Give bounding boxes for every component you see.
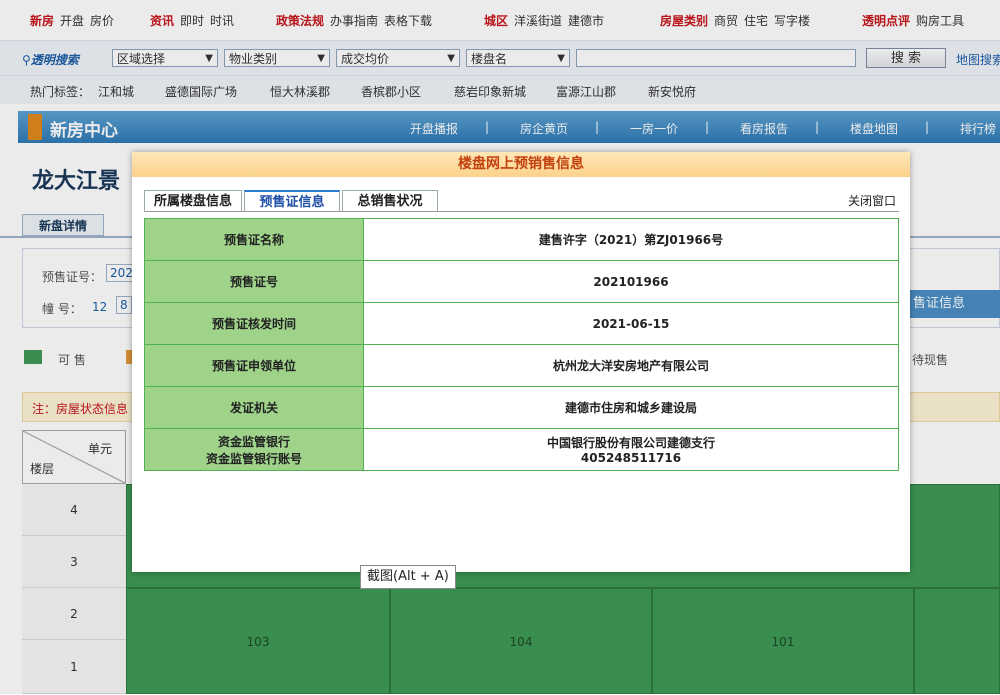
row-value: 中国银行股份有限公司建德支行 405248511716	[363, 428, 899, 471]
row-value: 建售许字（2021）第ZJ01966号	[363, 218, 899, 261]
row-value: 202101966	[363, 260, 899, 303]
row-key: 预售证名称	[144, 218, 364, 261]
bank-label: 资金监管银行	[217, 434, 290, 449]
presale-info-table: 预售证名称 建售许字（2021）第ZJ01966号 预售证号 202101966…	[144, 218, 899, 471]
table-row: 资金监管银行 资金监管银行账号 中国银行股份有限公司建德支行 40524851171…	[144, 428, 899, 471]
row-key: 资金监管银行 资金监管银行账号	[144, 428, 364, 471]
table-row: 预售证核发时间 2021-06-15	[144, 302, 899, 345]
screenshot-tooltip: 截图(Alt + A)	[360, 565, 456, 589]
table-row: 预售证申领单位 杭州龙大洋安房地产有限公司	[144, 344, 899, 387]
tab-presale-info[interactable]: 预售证信息	[244, 190, 340, 212]
close-window-link[interactable]: 关闭窗口	[848, 192, 896, 209]
bank-account: 405248511716	[580, 451, 682, 465]
tab-estate-info[interactable]: 所属楼盘信息	[144, 190, 242, 212]
presale-info-dialog: 楼盘网上预销售信息 所属楼盘信息 预售证信息 总销售状况 关闭窗口 预售证名称 …	[132, 152, 910, 572]
bank-account-label: 资金监管银行账号	[205, 451, 302, 466]
bank-name: 中国银行股份有限公司建德支行	[546, 436, 715, 450]
row-key: 发证机关	[144, 386, 364, 429]
row-key: 预售证核发时间	[144, 302, 364, 345]
table-row: 预售证名称 建售许字（2021）第ZJ01966号	[144, 218, 899, 261]
row-value: 建德市住房和城乡建设局	[363, 386, 899, 429]
table-row: 发证机关 建德市住房和城乡建设局	[144, 386, 899, 429]
tab-sales-status[interactable]: 总销售状况	[342, 190, 438, 212]
row-value: 2021-06-15	[363, 302, 899, 345]
row-key: 预售证申领单位	[144, 344, 364, 387]
tab-divider	[144, 211, 899, 212]
dialog-title: 楼盘网上预销售信息	[132, 152, 910, 177]
table-row: 预售证号 202101966	[144, 260, 899, 303]
row-key: 预售证号	[144, 260, 364, 303]
row-value: 杭州龙大洋安房地产有限公司	[363, 344, 899, 387]
